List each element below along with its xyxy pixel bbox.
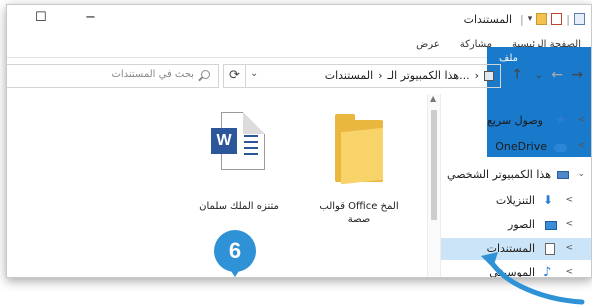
- curved-arrow-icon: [481, 252, 585, 305]
